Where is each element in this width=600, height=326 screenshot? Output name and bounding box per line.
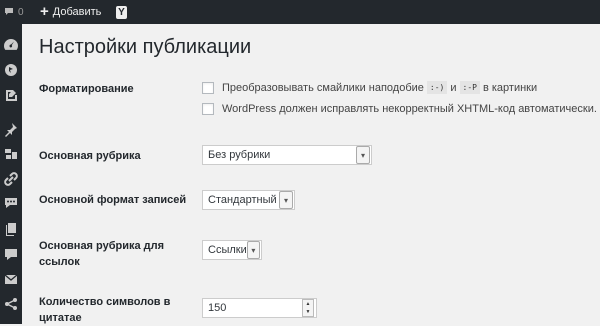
excerpt-length-value: 150 bbox=[208, 302, 227, 314]
default-link-category-label: Основная рубрика для ссылок bbox=[39, 240, 165, 268]
pin-icon[interactable] bbox=[2, 120, 20, 138]
links-icon[interactable] bbox=[2, 170, 20, 188]
plus-icon: + bbox=[40, 3, 49, 20]
yoast-icon: Y bbox=[116, 5, 127, 19]
comments-count: 0 bbox=[18, 6, 24, 18]
admin-bar: 0 + Добавить Y bbox=[0, 0, 600, 24]
pushpin-circle-icon[interactable] bbox=[2, 61, 20, 79]
default-category-select[interactable]: Без рубрики ▾ bbox=[202, 145, 372, 165]
comment-icon bbox=[5, 8, 13, 15]
admin-bar-comments[interactable]: 0 bbox=[4, 0, 24, 24]
smilies-text-and: и bbox=[450, 81, 457, 94]
xhtml-text: WordPress должен исправлять некорректный… bbox=[222, 103, 597, 115]
mail-icon[interactable] bbox=[2, 270, 20, 288]
page-title: Настройки публикации bbox=[39, 36, 252, 58]
smilies-text-prefix: Преобразовывать смайлики наподобие bbox=[222, 81, 424, 94]
media-icon[interactable] bbox=[2, 145, 20, 163]
number-spinner[interactable]: ▲ ▼ bbox=[302, 299, 314, 317]
comments-icon[interactable] bbox=[2, 194, 20, 212]
feedback-icon[interactable] bbox=[2, 245, 20, 263]
posts-icon[interactable] bbox=[2, 86, 20, 104]
smilies-text-suffix: в картинки bbox=[482, 81, 538, 94]
xhtml-checkbox[interactable] bbox=[202, 103, 214, 115]
smilies-checkbox[interactable] bbox=[202, 81, 214, 94]
dashboard-icon[interactable] bbox=[2, 36, 20, 54]
new-label: Добавить bbox=[52, 6, 102, 18]
smilies-option[interactable]: Преобразовывать смайлики наподобие :-) и… bbox=[202, 81, 537, 94]
default-format-select[interactable]: Стандартный ▾ bbox=[202, 190, 295, 210]
main-content: Настройки публикации Форматирование Прео… bbox=[22, 24, 600, 324]
admin-bar-yoast[interactable]: Y bbox=[116, 0, 127, 24]
default-format-value: Стандартный bbox=[208, 194, 277, 206]
formatting-label: Форматирование bbox=[39, 83, 134, 95]
excerpt-length-label: Количество символов в цитатае bbox=[39, 296, 171, 324]
default-format-label: Основной формат записей bbox=[39, 194, 187, 206]
chevron-down-icon: ▾ bbox=[246, 241, 260, 259]
admin-bar-new[interactable]: + Добавить bbox=[40, 0, 101, 24]
chevron-down-icon: ▾ bbox=[279, 191, 293, 209]
xhtml-option[interactable]: WordPress должен исправлять некорректный… bbox=[202, 103, 597, 115]
spinner-up-icon[interactable]: ▲ bbox=[303, 300, 313, 308]
default-category-label: Основная рубрика bbox=[39, 150, 141, 162]
admin-sidebar bbox=[0, 24, 22, 324]
default-category-value: Без рубрики bbox=[208, 149, 271, 161]
smiley-code-1: :-) bbox=[426, 81, 448, 94]
default-link-category-select[interactable]: Ссылки ▾ bbox=[202, 240, 262, 260]
pages-icon[interactable] bbox=[2, 220, 20, 238]
smiley-code-2: :-P bbox=[459, 81, 480, 94]
excerpt-length-input[interactable]: 150 ▲ ▼ bbox=[202, 298, 317, 318]
spinner-down-icon[interactable]: ▼ bbox=[303, 308, 313, 316]
chevron-down-icon: ▾ bbox=[356, 146, 370, 164]
share-icon[interactable] bbox=[2, 295, 20, 313]
default-link-category-value: Ссылки bbox=[208, 244, 247, 256]
